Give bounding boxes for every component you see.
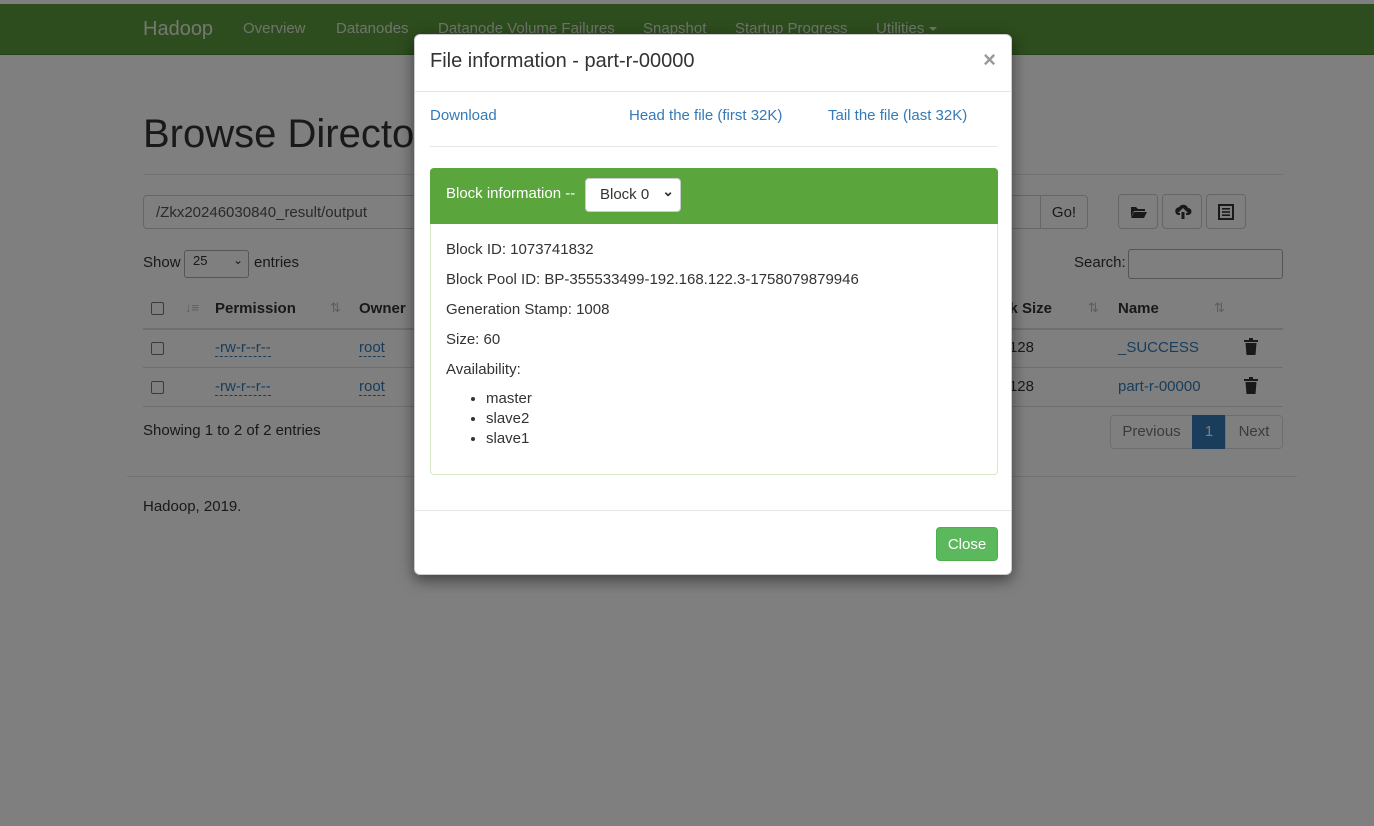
block-information-panel: Block information -- Block 0 ⌄ Block ID: …: [430, 168, 998, 475]
block-size: Size: 60: [446, 331, 501, 348]
close-icon[interactable]: ×: [983, 47, 996, 73]
links-divider: [430, 146, 997, 147]
modal-footer-divider: [415, 510, 1011, 511]
list-item: slave1: [486, 429, 532, 449]
list-item: slave2: [486, 409, 532, 429]
file-information-modal: File information - part-r-00000 × Downlo…: [414, 34, 1012, 575]
block-information-label: Block information --: [446, 185, 576, 202]
tail-file-link[interactable]: Tail the file (last 32K): [828, 107, 967, 124]
modal-title: File information - part-r-00000: [430, 50, 695, 72]
block-select[interactable]: Block 0 ⌄: [585, 178, 681, 212]
block-id: Block ID: 1073741832: [446, 241, 594, 258]
block-pool-id: Block Pool ID: BP-355533499-192.168.122.…: [446, 271, 859, 288]
availability-label: Availability:: [446, 361, 521, 378]
close-button[interactable]: Close: [936, 527, 998, 561]
list-item: master: [486, 389, 532, 409]
block-information-heading: Block information -- Block 0 ⌄: [430, 168, 998, 224]
modal-header-divider: [415, 91, 1011, 92]
chevron-down-icon: ⌄: [662, 183, 674, 199]
download-link[interactable]: Download: [430, 107, 497, 124]
block-select-value: Block 0: [600, 186, 650, 203]
generation-stamp: Generation Stamp: 1008: [446, 301, 610, 318]
availability-list: master slave2 slave1: [446, 389, 532, 449]
head-file-link[interactable]: Head the file (first 32K): [629, 107, 782, 124]
